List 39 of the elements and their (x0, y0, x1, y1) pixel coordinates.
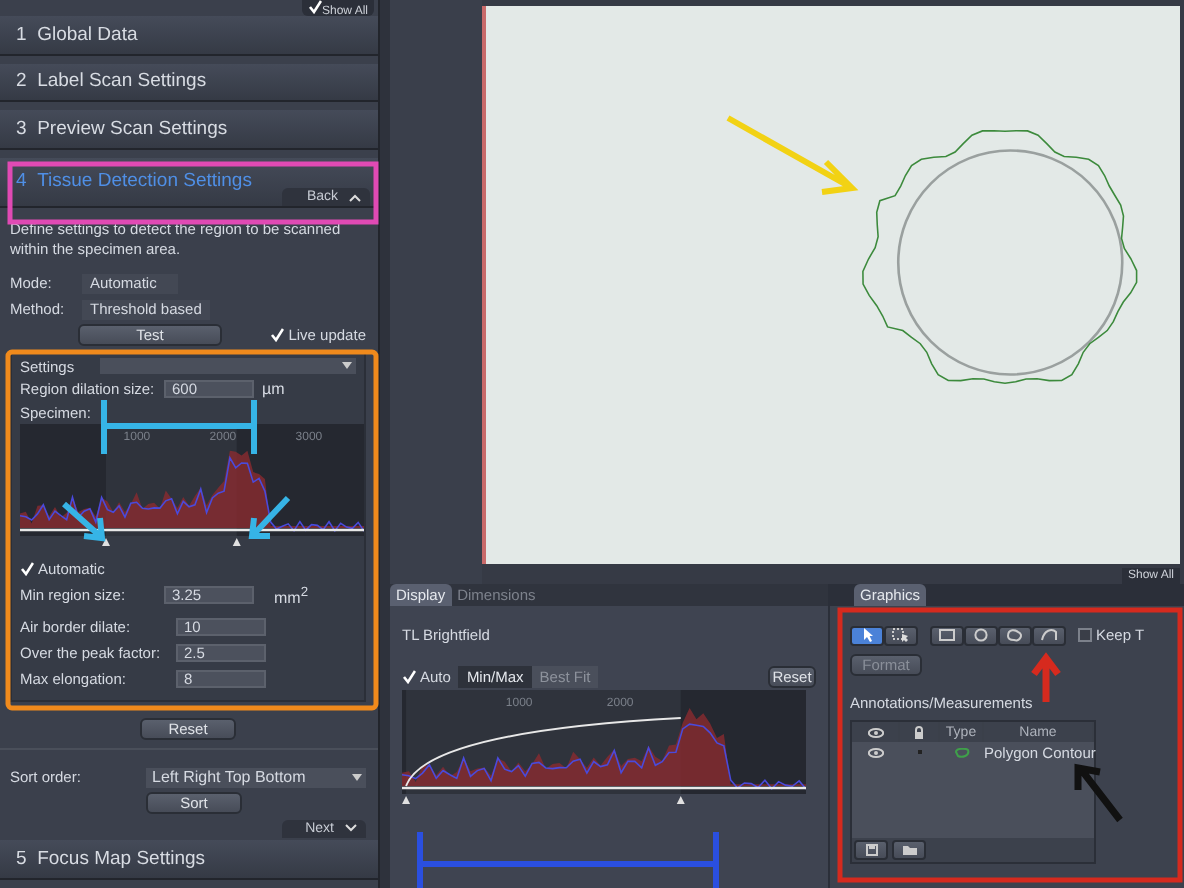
shape-tool-button[interactable] (998, 625, 1032, 645)
caret-icon (348, 193, 362, 202)
arrow-icon (248, 495, 291, 539)
unit-label: µm (262, 380, 285, 399)
checkmark-icon (20, 562, 34, 577)
shape-tool-button[interactable] (964, 625, 998, 645)
circle-icon (972, 628, 990, 642)
pointer-icon (861, 628, 873, 642)
open-button[interactable] (892, 840, 926, 860)
tool-button[interactable] (884, 625, 918, 645)
sort-order-dropdown[interactable]: Left Right Top Bottom (146, 767, 366, 788)
checkmark-icon (270, 328, 285, 343)
shape-tool-button[interactable] (930, 625, 964, 645)
tool-button[interactable] (850, 625, 884, 645)
dropdown-arrow-icon (342, 362, 352, 371)
rectangle-icon (938, 628, 956, 642)
select-icon (892, 628, 910, 642)
arrow-icon (1074, 763, 1124, 824)
section-header[interactable]: 3 Preview Scan Settings (0, 110, 378, 149)
dropdown-arrow-icon (352, 773, 362, 782)
arrow-icon (1030, 652, 1062, 706)
contour-icon (1006, 628, 1024, 642)
arrow-icon (61, 501, 106, 542)
section-header[interactable]: 1 Global Data (0, 16, 378, 55)
save-icon (865, 844, 877, 856)
unit-label: mm$^{2}$ (274, 585, 309, 607)
section-header[interactable]: 5 Focus Map Settings (0, 840, 378, 880)
shape-tool-button[interactable] (1032, 625, 1066, 645)
folder-icon (901, 844, 917, 856)
curve-icon (1040, 628, 1058, 642)
lock-icon (914, 725, 924, 739)
caret-icon (344, 824, 358, 833)
contour-icon (954, 747, 970, 757)
arrow-icon (725, 115, 859, 195)
save-button[interactable] (854, 840, 888, 860)
checkmark-icon (402, 670, 416, 684)
checkmark-icon (307, 0, 322, 14)
eye-icon (867, 727, 883, 737)
section-header[interactable]: 2 Label Scan Settings (0, 63, 378, 102)
